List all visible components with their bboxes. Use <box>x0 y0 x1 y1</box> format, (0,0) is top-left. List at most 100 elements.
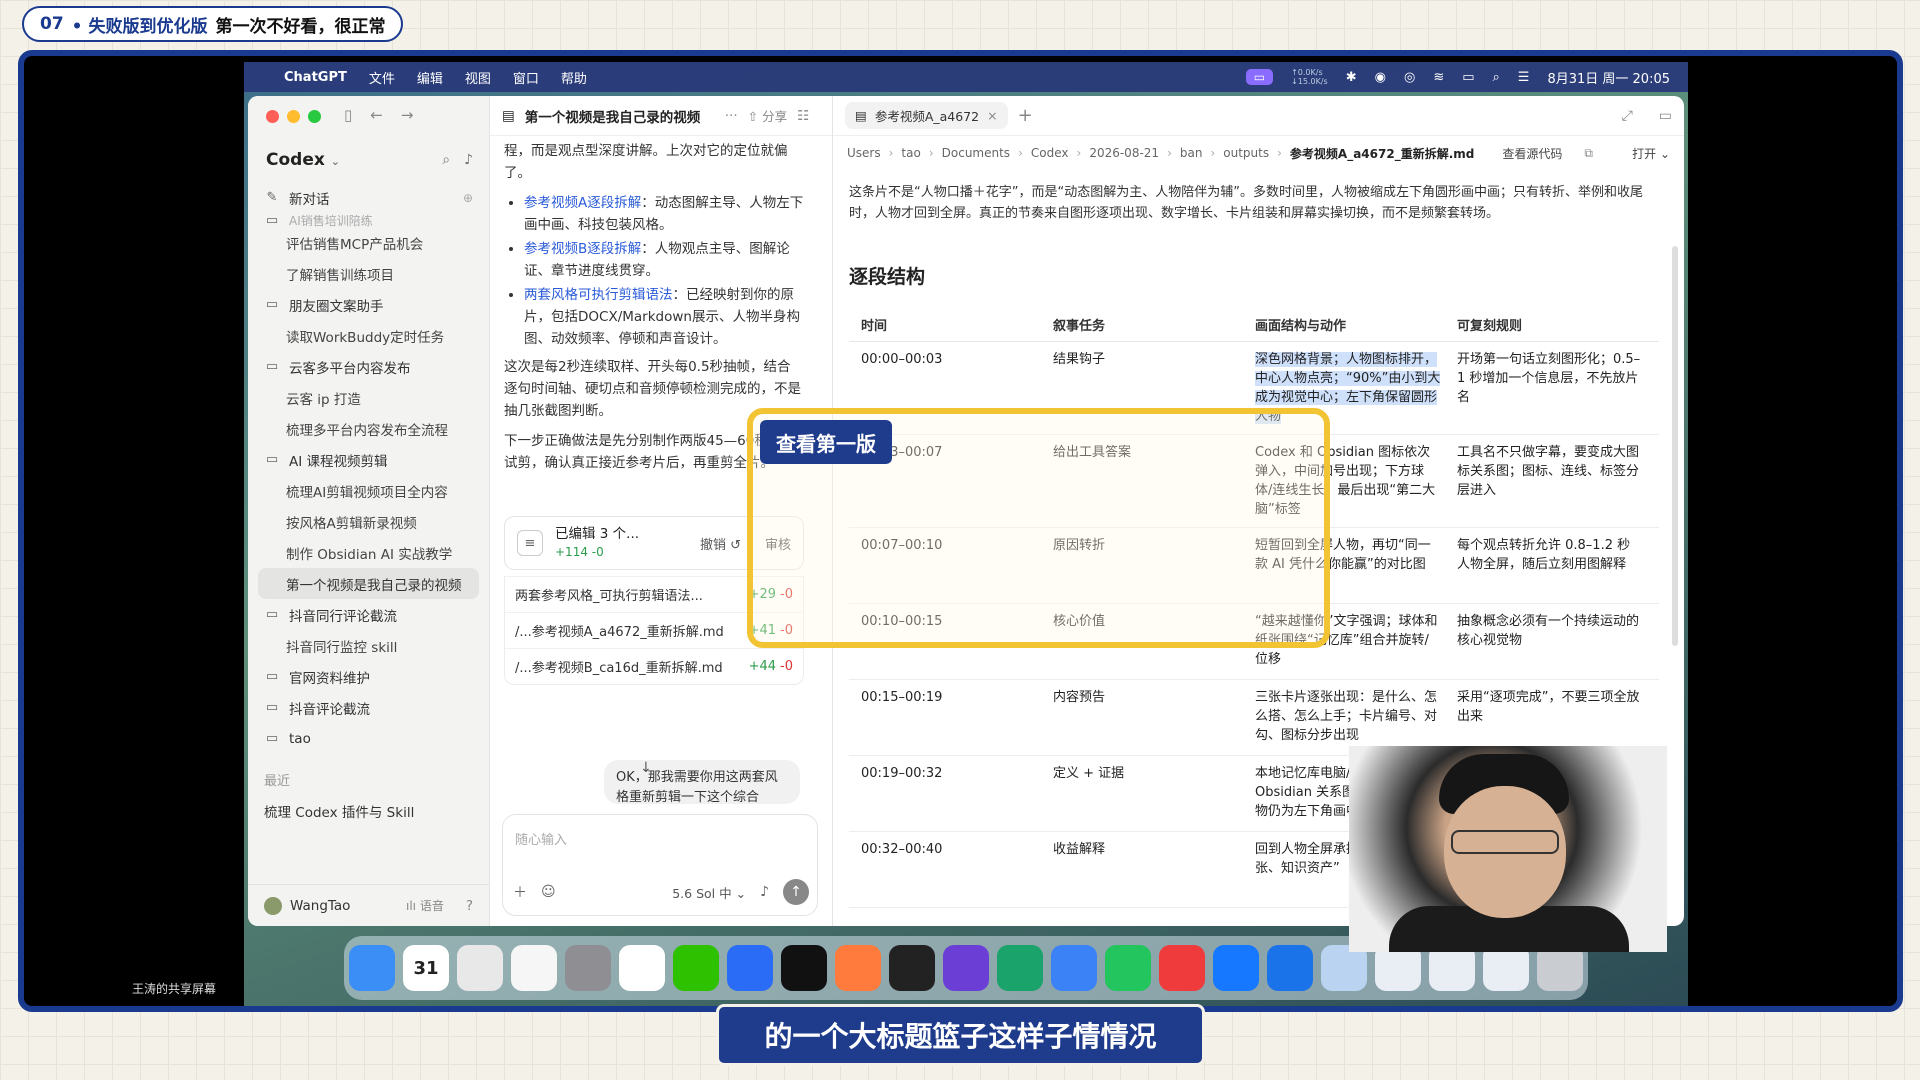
obsidian-icon[interactable] <box>943 945 989 991</box>
back-arrow-icon[interactable]: ← <box>370 106 383 124</box>
settings-icon[interactable] <box>565 945 611 991</box>
breadcrumb-item[interactable]: Codex <box>1031 146 1069 160</box>
wps-icon[interactable] <box>1159 945 1205 991</box>
open-button[interactable]: 打开 ⌄ <box>1632 145 1670 162</box>
terminal-icon[interactable] <box>889 945 935 991</box>
sidebar-item[interactable]: 读取WorkBuddy定时任务 <box>248 320 489 351</box>
sidebar-folder[interactable]: ▭ 官网资料维护 <box>248 661 489 692</box>
menu-datetime[interactable]: 8月31日 周一 20:05 <box>1547 68 1670 87</box>
app5-icon[interactable] <box>1213 945 1259 991</box>
menu-app-name[interactable]: ChatGPT <box>284 70 347 85</box>
expand-icon[interactable]: ⤢ <box>1622 108 1633 124</box>
wechat-icon[interactable] <box>673 945 719 991</box>
panel-icon[interactable]: ☷ <box>797 108 809 124</box>
close-icon[interactable]: × <box>987 108 997 123</box>
menu-view[interactable]: 视图 <box>465 68 491 87</box>
add-icon[interactable]: ⊕ <box>463 191 473 205</box>
message-input[interactable]: 随心输入 <box>515 829 567 848</box>
calendar-icon[interactable]: 31 <box>403 945 449 991</box>
sidebar-item-faded[interactable]: ▭ AI销售培训陪练 <box>248 213 489 227</box>
minimize-window-button[interactable] <box>287 110 300 123</box>
battery-icon[interactable]: ▭ <box>1462 70 1474 85</box>
sync-icon[interactable]: ◎ <box>1404 70 1415 85</box>
copy-icon[interactable]: ⧉ <box>1584 146 1593 161</box>
spotlight-icon[interactable]: ⌕ <box>1493 70 1500 85</box>
breadcrumb-item[interactable]: Documents <box>942 146 1010 160</box>
app6-icon[interactable] <box>1267 945 1313 991</box>
finder-icon[interactable] <box>349 945 395 991</box>
emoji-icon[interactable]: ☺ <box>541 884 556 900</box>
sidebar-folder[interactable]: ▭ 云客多平台内容发布 <box>248 351 489 382</box>
model-selector[interactable]: 5.6 Sol 中 ⌄ <box>672 883 746 902</box>
new-chat-button[interactable]: ✎ 新对话 ⊕ <box>248 182 489 213</box>
send-button[interactable]: ↑ <box>783 879 809 905</box>
app2-icon[interactable] <box>997 945 1043 991</box>
chat-title[interactable]: 第一个视频是我自己录的视频 <box>525 106 715 126</box>
sidebar-item[interactable]: 评估销售MCP产品机会 <box>248 227 489 258</box>
control-center-icon[interactable]: ☰ <box>1518 70 1530 85</box>
undo-button[interactable]: 撤销 ↺ <box>700 534 741 553</box>
more-icon[interactable]: ··· <box>725 108 738 124</box>
user-name[interactable]: WangTao <box>290 898 350 914</box>
wifi-icon[interactable]: ≋ <box>1433 70 1444 85</box>
breadcrumb-item[interactable]: ban <box>1180 146 1203 160</box>
wechat-status-icon[interactable]: ◉ <box>1375 70 1386 85</box>
view-source-button[interactable]: 查看源代码 <box>1502 145 1562 162</box>
close-window-button[interactable] <box>266 110 279 123</box>
sidebar-item[interactable]: 按风格A剪辑新录视频 <box>248 506 489 537</box>
table-cell: 收益解释 <box>1053 842 1106 857</box>
notes-icon[interactable] <box>511 945 557 991</box>
help-icon[interactable]: ? <box>466 898 473 914</box>
feishu-icon[interactable] <box>727 945 773 991</box>
sidebar-item[interactable]: 梳理AI剪辑视频项目全内容 <box>248 475 489 506</box>
sidebar-folder[interactable]: ▭ 朋友圈文案助手 <box>248 289 489 320</box>
breadcrumb-item[interactable]: tao <box>901 146 920 160</box>
menu-window[interactable]: 窗口 <box>513 68 539 87</box>
sidebar-item[interactable]: 云客 ip 打造 <box>248 382 489 413</box>
menu-file[interactable]: 文件 <box>369 68 395 87</box>
breadcrumb-item[interactable]: 2026-08-21 <box>1089 146 1159 160</box>
sidebar-item[interactable]: 梳理多平台内容发布全流程 <box>248 413 489 444</box>
sidebar-item[interactable]: 抖音同行监控 skill <box>248 630 489 661</box>
sidebar-folder[interactable]: ▭ 抖音同行评论截流 <box>248 599 489 630</box>
mic-icon[interactable]: ♪ <box>760 884 769 900</box>
sidebar-recent-item[interactable]: 梳理 Codex 插件与 Skill <box>248 795 489 826</box>
chrome-icon[interactable] <box>619 945 665 991</box>
new-tab-icon[interactable]: + <box>1018 105 1033 126</box>
doc-tab[interactable]: ▤ 参考视频A_a4672 × <box>845 102 1008 129</box>
scroll-down-icon[interactable]: ↓ <box>640 760 652 776</box>
bell-icon[interactable]: ♪ <box>464 152 473 168</box>
chatgpt-icon[interactable] <box>781 945 827 991</box>
menu-help[interactable]: 帮助 <box>561 68 587 87</box>
zoom-window-button[interactable] <box>308 110 321 123</box>
doc-link[interactable]: 两套风格可执行剪辑语法 <box>524 287 673 303</box>
breadcrumb-item[interactable]: Users <box>847 146 881 160</box>
breadcrumb-item[interactable]: outputs <box>1223 146 1269 160</box>
split-view-icon[interactable]: ▭ <box>1659 108 1672 124</box>
attach-icon[interactable]: ＋ <box>513 882 527 902</box>
avatar[interactable] <box>264 896 282 915</box>
sidebar-item[interactable]: 第一个视频是我自己录的视频 <box>258 568 479 599</box>
sidebar-folder[interactable]: ▭ AI 课程视频剪辑 <box>248 444 489 475</box>
menu-edit[interactable]: 编辑 <box>417 68 443 87</box>
doc-link[interactable]: 参考视频B逐段拆解 <box>524 241 641 257</box>
voice-button[interactable]: ılı 语音 <box>406 897 444 914</box>
share-button[interactable]: ⇧ 分享 <box>748 106 787 125</box>
screen-share-icon[interactable]: ▭ <box>1245 69 1274 85</box>
sidebar-folder[interactable]: ▭ 抖音评论截流 <box>248 692 489 723</box>
bluetooth-icon[interactable]: ✱ <box>1346 70 1357 85</box>
app3-icon[interactable] <box>1051 945 1097 991</box>
sidebar-item[interactable]: 制作 Obsidian AI 实战教学 <box>248 537 489 568</box>
sidebar-folder[interactable]: ▭ tao <box>248 723 489 754</box>
doc-scrollbar[interactable] <box>1672 246 1678 646</box>
app-icon[interactable] <box>835 945 881 991</box>
forward-arrow-icon[interactable]: → <box>401 106 414 124</box>
app4-icon[interactable] <box>1105 945 1151 991</box>
launchpad-icon[interactable] <box>457 945 503 991</box>
sidebar-item[interactable]: 了解销售训练项目 <box>248 258 489 289</box>
file-row[interactable]: /...参考视频B_ca16d_重新拆解.md +44 -0 <box>505 648 803 684</box>
sidebar-toggle-icon[interactable]: ▯ <box>344 106 352 124</box>
doc-link[interactable]: 参考视频A逐段拆解 <box>524 195 641 211</box>
search-icon[interactable]: ⌕ <box>442 152 450 168</box>
sidebar-brand[interactable]: Codex ⌄ <box>266 150 340 170</box>
